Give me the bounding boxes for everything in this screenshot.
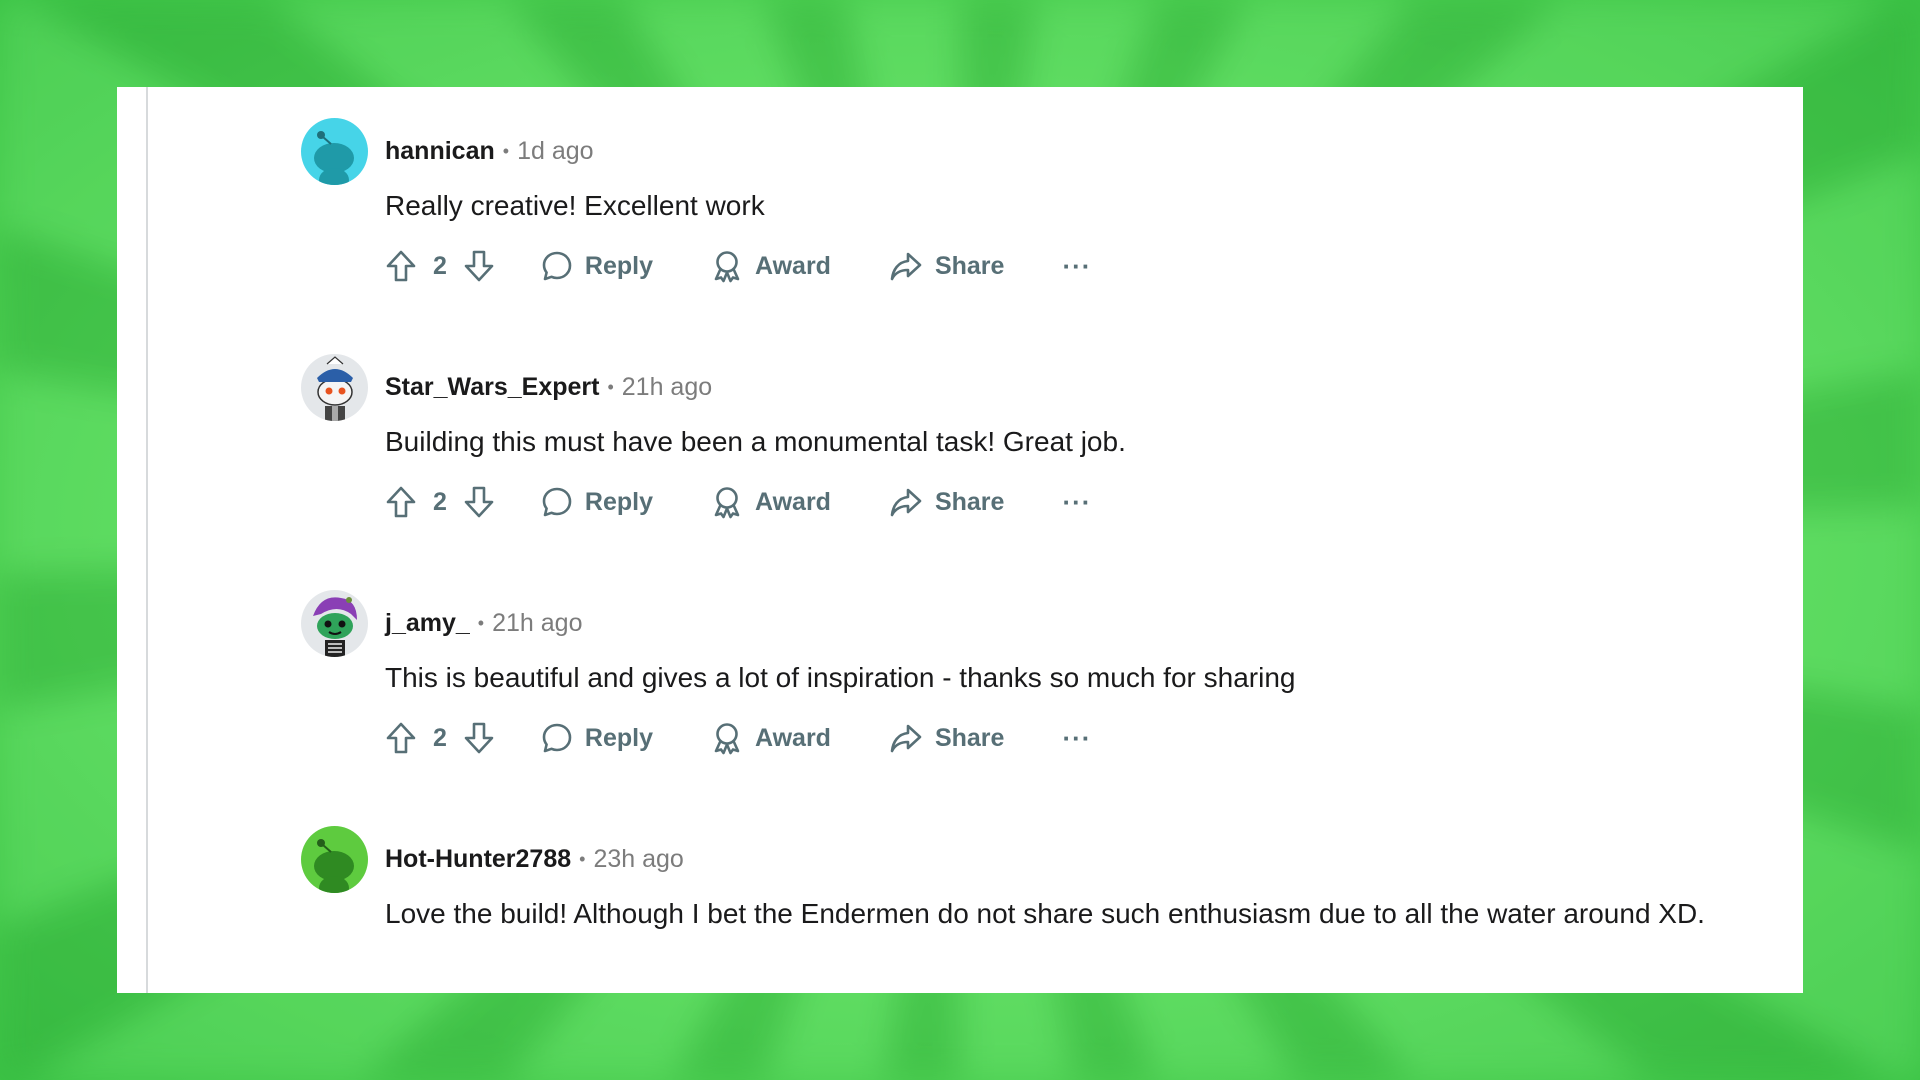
share-arrow-icon	[889, 250, 923, 282]
comment-thread-panel: hannican • 1d ago Really creative! Excel…	[117, 87, 1803, 993]
comment-actions: 2 Reply Award Share ···	[385, 482, 1781, 522]
timestamp[interactable]: 1d ago	[517, 137, 593, 166]
downvote-icon[interactable]	[463, 721, 495, 755]
avatar[interactable]	[301, 589, 368, 657]
vote-controls: 2	[385, 485, 495, 519]
award-label: Award	[755, 723, 831, 752]
award-icon	[711, 249, 743, 283]
award-icon	[711, 485, 743, 519]
reply-button[interactable]: Reply	[541, 486, 653, 518]
more-options-icon: ···	[1062, 486, 1092, 517]
share-arrow-icon	[889, 722, 923, 754]
comment-header: Hot-Hunter2788 • 23h ago	[301, 825, 1781, 893]
more-options-icon: ···	[1062, 722, 1092, 753]
separator-dot: •	[579, 848, 586, 869]
timestamp[interactable]: 21h ago	[492, 609, 582, 638]
vote-count: 2	[433, 487, 447, 516]
upvote-icon[interactable]	[385, 249, 417, 283]
comment: j_amy_ • 21h ago This is beautiful and g…	[301, 589, 1781, 758]
reply-label: Reply	[584, 723, 653, 752]
reply-label: Reply	[584, 251, 653, 280]
username[interactable]: j_amy_	[385, 609, 470, 638]
award-button[interactable]: Award	[711, 249, 831, 283]
snoo-avatar-captain-icon	[317, 355, 353, 421]
downvote-icon[interactable]	[463, 485, 495, 519]
share-label: Share	[934, 487, 1005, 516]
share-arrow-icon	[889, 486, 923, 518]
comment-body: Love the build! Although I bet the Ender…	[385, 898, 1705, 929]
more-options-icon: ···	[1062, 250, 1092, 281]
share-button[interactable]: Share	[889, 250, 1004, 282]
award-label: Award	[755, 487, 831, 516]
comment-header: j_amy_ • 21h ago	[301, 589, 1781, 657]
award-button[interactable]: Award	[711, 485, 831, 519]
comment-header: hannican • 1d ago	[301, 117, 1781, 185]
comment-actions: 2 Reply Award Share ···	[385, 246, 1781, 286]
share-label: Share	[934, 251, 1005, 280]
more-options-button[interactable]: ···	[1062, 487, 1091, 518]
thread-line[interactable]	[146, 87, 148, 993]
award-label: Award	[755, 251, 831, 280]
username[interactable]: hannican	[385, 137, 495, 166]
timestamp[interactable]: 23h ago	[593, 845, 683, 874]
share-label: Share	[934, 723, 1005, 752]
comment-header: Star_Wars_Expert • 21h ago	[301, 353, 1781, 421]
username[interactable]: Star_Wars_Expert	[385, 373, 599, 402]
reply-button[interactable]: Reply	[541, 250, 653, 282]
more-options-button[interactable]: ···	[1062, 723, 1091, 754]
comment-actions: 2 Reply Award Share ···	[385, 718, 1781, 758]
comment: hannican • 1d ago Really creative! Excel…	[301, 117, 1781, 286]
avatar[interactable]	[301, 117, 368, 185]
snoo-avatar-green-icon	[314, 838, 354, 893]
comment-body: Really creative! Excellent work	[385, 190, 765, 221]
comment-bubble-icon	[541, 250, 573, 282]
snoo-avatar-green-purple-hair-icon	[313, 596, 357, 657]
vote-controls: 2	[385, 249, 495, 283]
timestamp[interactable]: 21h ago	[622, 373, 712, 402]
avatar[interactable]	[301, 353, 368, 421]
comment: Hot-Hunter2788 • 23h ago Love the build!…	[301, 825, 1781, 934]
share-button[interactable]: Share	[889, 722, 1004, 754]
award-button[interactable]: Award	[711, 721, 831, 755]
comment-bubble-icon	[541, 722, 573, 754]
avatar[interactable]	[301, 825, 368, 893]
reply-button[interactable]: Reply	[541, 722, 653, 754]
reply-label: Reply	[584, 487, 653, 516]
upvote-icon[interactable]	[385, 721, 417, 755]
downvote-icon[interactable]	[463, 249, 495, 283]
comment: Star_Wars_Expert • 21h ago Building this…	[301, 353, 1781, 522]
upvote-icon[interactable]	[385, 485, 417, 519]
comment-body: This is beautiful and gives a lot of ins…	[385, 662, 1296, 693]
comment-body: Building this must have been a monumenta…	[385, 426, 1126, 457]
more-options-button[interactable]: ···	[1062, 251, 1091, 282]
separator-dot: •	[607, 376, 614, 397]
vote-count: 2	[433, 723, 447, 752]
snoo-avatar-teal-icon	[314, 130, 354, 185]
award-icon	[711, 721, 743, 755]
username[interactable]: Hot-Hunter2788	[385, 845, 571, 874]
share-button[interactable]: Share	[889, 486, 1004, 518]
vote-count: 2	[433, 251, 447, 280]
separator-dot: •	[502, 140, 510, 161]
comment-bubble-icon	[541, 486, 573, 518]
separator-dot: •	[477, 612, 485, 633]
vote-controls: 2	[385, 721, 495, 755]
